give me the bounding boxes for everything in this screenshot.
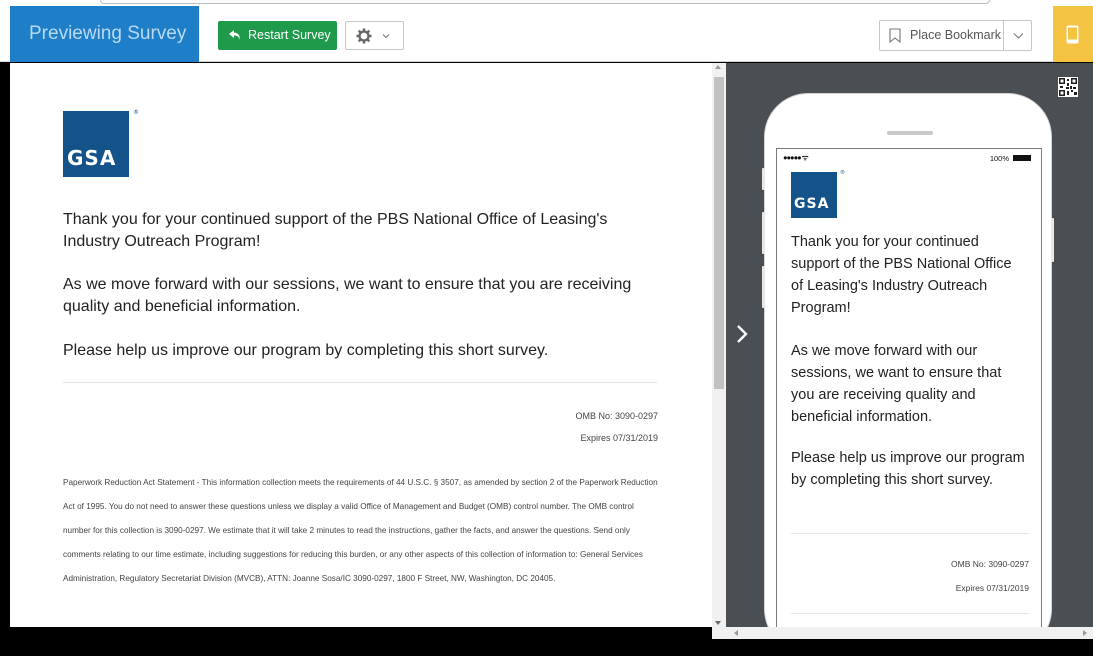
phone-mockup: ●●●●● ᯤ 100% GSA ® Thank you for your co… xyxy=(762,93,1054,627)
place-bookmark-label: Place Bookmark xyxy=(910,28,1002,42)
phone-side-button xyxy=(762,168,765,190)
top-toolbar: Previewing Survey Restart Survey Place B… xyxy=(0,0,1093,62)
paperwork-reduction-statement: Paperwork Reduction Act Statement - This… xyxy=(63,478,658,583)
divider xyxy=(63,382,657,383)
omb-number: OMB No: 3090-0297 xyxy=(575,411,658,421)
phone-side-button xyxy=(762,266,765,308)
phone-speaker xyxy=(887,131,933,135)
mobile-intro-paragraph-1: Thank you for your continued support of … xyxy=(791,234,1012,316)
vertical-scrollbar[interactable] xyxy=(712,63,726,627)
phone-status-bar: ●●●●● ᯤ 100% xyxy=(783,153,1035,165)
mobile-intro-paragraph-3: Please help us improve our program by co… xyxy=(791,450,1025,488)
previewing-survey-title: Previewing Survey xyxy=(10,6,199,62)
registered-mark: ® xyxy=(840,170,845,176)
gear-icon xyxy=(356,28,372,44)
gsa-logo: GSA ® xyxy=(63,109,139,177)
omb-expiration: Expires 07/31/2019 xyxy=(580,433,658,443)
chevron-down-icon xyxy=(382,34,390,39)
desktop-preview-frame: GSA ® Thank you for your continued suppo… xyxy=(10,63,712,627)
intro-paragraph-3: Please help us improve our program by co… xyxy=(63,342,549,359)
phone-screen: ●●●●● ᯤ 100% GSA ® Thank you for your co… xyxy=(776,148,1042,627)
phone-side-button xyxy=(762,212,765,254)
scroll-left-arrow[interactable] xyxy=(734,630,738,636)
place-bookmark-button[interactable]: Place Bookmark xyxy=(879,20,1003,51)
restart-survey-button[interactable]: Restart Survey xyxy=(218,21,337,50)
battery-percentage: 100% xyxy=(989,154,1009,163)
scrollbar-thumb[interactable] xyxy=(714,77,724,389)
mobile-preview-toggle[interactable] xyxy=(1053,6,1093,62)
chevron-right-icon[interactable] xyxy=(732,321,752,347)
qr-code-icon[interactable] xyxy=(1058,77,1078,97)
chevron-down-icon xyxy=(1013,33,1024,39)
signal-indicator: ●●●●● ᯤ xyxy=(783,153,809,162)
phone-side-button xyxy=(1051,218,1054,262)
gsa-logo: GSA ® xyxy=(791,170,845,218)
mobile-preview-panel: ●●●●● ᯤ 100% GSA ® Thank you for your co… xyxy=(726,63,1093,627)
settings-dropdown-button[interactable] xyxy=(345,21,404,50)
intro-paragraph-2: As we move forward with our sessions, we… xyxy=(63,276,632,315)
battery-icon xyxy=(1013,155,1031,161)
bookmark-dropdown-button[interactable] xyxy=(1003,20,1032,51)
mobile-omb-number: OMB No: 3090-0297 xyxy=(951,559,1029,569)
restart-icon xyxy=(229,30,240,40)
restart-survey-label: Restart Survey xyxy=(248,28,331,42)
divider xyxy=(791,533,1029,534)
scroll-down-arrow[interactable] xyxy=(715,621,721,625)
intro-paragraph-1: Thank you for your continued support of … xyxy=(63,211,608,250)
divider xyxy=(791,613,1029,614)
scroll-right-arrow[interactable] xyxy=(1083,630,1087,636)
registered-mark: ® xyxy=(133,109,139,116)
bookmark-icon xyxy=(889,28,901,43)
horizontal-scrollbar[interactable] xyxy=(712,627,1093,639)
mobile-omb-expiration: Expires 07/31/2019 xyxy=(955,583,1029,593)
browser-frame-edge xyxy=(100,0,990,4)
mobile-intro-paragraph-2: As we move forward with our sessions, we… xyxy=(791,343,1002,425)
gsa-logo-text: GSA xyxy=(794,196,830,212)
mobile-device-icon xyxy=(1066,25,1079,44)
gsa-logo-text: GSA xyxy=(67,146,117,170)
scroll-up-arrow[interactable] xyxy=(715,65,721,69)
